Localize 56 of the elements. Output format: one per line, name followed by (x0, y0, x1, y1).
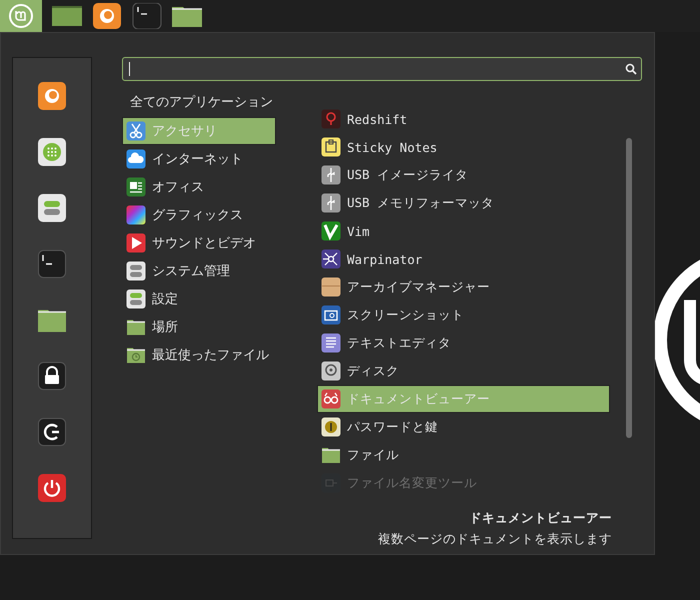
logout-icon[interactable] (38, 418, 66, 446)
toggle-switches-icon[interactable] (38, 194, 66, 222)
category-item[interactable]: オフィス (122, 173, 276, 201)
network-nodes-icon (321, 249, 341, 269)
category-item[interactable]: システム管理 (122, 257, 276, 285)
category-item[interactable]: 最近使ったファイル (122, 341, 276, 369)
cloud-icon (126, 149, 146, 169)
toggle-switches-icon (126, 261, 146, 281)
search-icon (625, 63, 637, 75)
power-icon[interactable] (38, 474, 66, 502)
app-item[interactable]: USB メモリフォーマッタ (317, 189, 610, 217)
folder-icon (321, 445, 341, 465)
app-item[interactable]: アーカイブマネージャー (317, 273, 610, 301)
camera-icon (321, 305, 341, 325)
usb-icon (321, 193, 341, 213)
category-item[interactable]: サウンドとビデオ (122, 229, 276, 257)
lightbulb-icon (321, 109, 341, 129)
app-item[interactable]: Vim (317, 217, 610, 245)
grid-icon[interactable] (38, 138, 66, 166)
play-icon (126, 233, 146, 253)
keyhole-icon (321, 417, 341, 437)
letter-v-icon (321, 221, 341, 241)
app-item[interactable]: テキストエディタ (317, 329, 610, 357)
sticky-note-icon (321, 137, 341, 157)
document-icon (126, 177, 146, 197)
app-item[interactable]: ディスク (317, 357, 610, 385)
app-item[interactable]: ファイル (317, 441, 610, 469)
logo-icon (8, 3, 34, 29)
app-item[interactable]: USB イメージライタ (317, 161, 610, 189)
glasses-icon (321, 389, 341, 409)
search-field[interactable] (122, 57, 642, 81)
text-lines-icon (321, 333, 341, 353)
window-icon[interactable] (52, 3, 82, 29)
app-description-title: ドキュメントビューアー (469, 510, 612, 527)
box-icon (321, 277, 341, 297)
app-item[interactable]: Sticky Notes (317, 133, 610, 161)
scrollbar-thumb[interactable] (626, 138, 632, 438)
category-item[interactable]: 場所 (122, 313, 276, 341)
lock-icon[interactable] (38, 362, 66, 390)
app-item[interactable]: スクリーンショット (317, 301, 610, 329)
scissors-icon (126, 121, 146, 141)
app-item[interactable]: Warpinator (317, 245, 610, 273)
color-palette-icon (126, 205, 146, 225)
app-description-text: 複数ページのドキュメントを表示します (378, 531, 612, 548)
category-item[interactable]: 設定 (122, 285, 276, 313)
app-item[interactable]: パスワードと鍵 (317, 413, 610, 441)
terminal-icon[interactable] (38, 250, 66, 278)
recent-folder-icon (126, 345, 146, 365)
terminal-icon[interactable] (132, 3, 162, 29)
category-header: 全てのアプリケーション (129, 94, 274, 112)
toggle-switches-icon (126, 289, 146, 309)
app-item[interactable]: Redshift (317, 105, 610, 133)
category-item[interactable]: インターネット (122, 145, 276, 173)
category-item[interactable]: グラフィックス (122, 201, 276, 229)
usb-icon (321, 165, 341, 185)
folder-icon (126, 317, 146, 337)
